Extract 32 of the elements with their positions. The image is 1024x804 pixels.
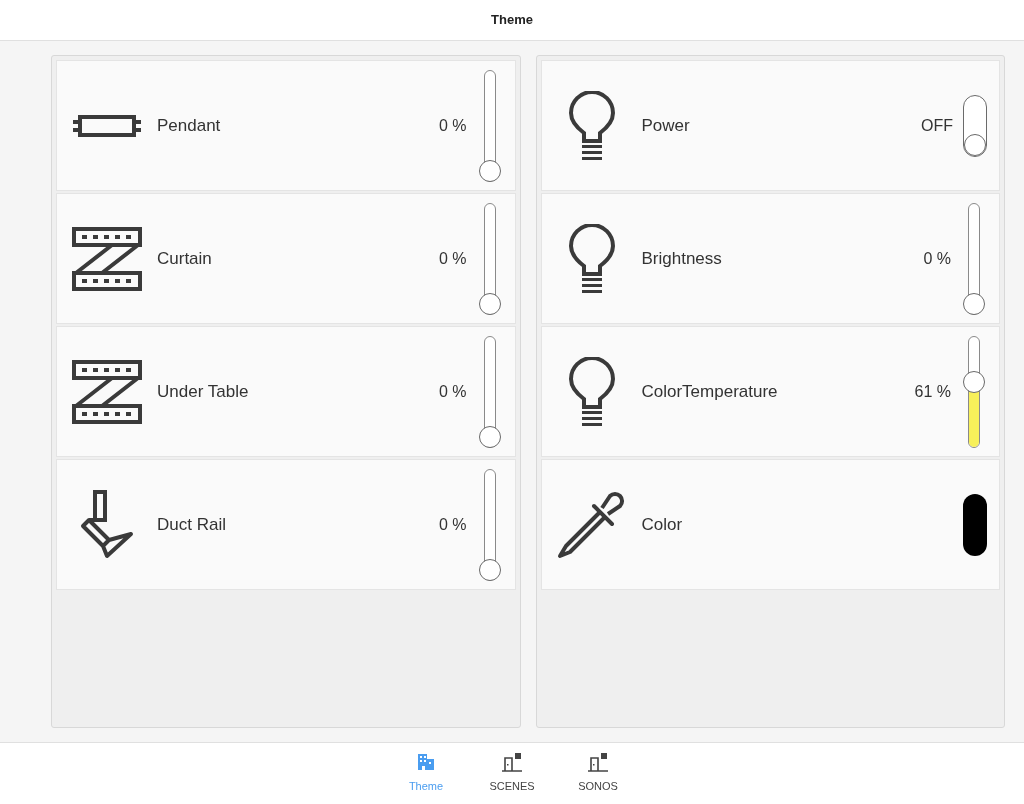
building-icon (416, 752, 436, 773)
nav-tab[interactable]: SCENES (482, 743, 542, 804)
vertical-slider[interactable] (961, 335, 987, 448)
value-reading: 0 % (438, 248, 467, 269)
device-label: Curtain (157, 247, 213, 270)
light-bulb-icon (567, 90, 616, 161)
device-label: ColorTemperature (641, 380, 779, 403)
device-label: Power (641, 114, 691, 137)
light-bulb-icon (567, 356, 616, 427)
light-bulb-icon (567, 223, 616, 294)
value-reading: OFF (921, 115, 953, 136)
value-reading: 0 % (438, 115, 467, 136)
device-label: Brightness (641, 247, 723, 270)
folded-strip-icon (72, 226, 142, 291)
value-reading: 0 % (438, 514, 467, 535)
value-reading: 0 % (438, 381, 467, 402)
device-label: Pendant (157, 114, 222, 137)
nav-tab[interactable]: SONOS (568, 743, 628, 804)
color-swatch[interactable] (963, 493, 987, 556)
device-label: Under Table (157, 380, 250, 403)
spotlight-icon (79, 489, 135, 560)
light-strip-icon (72, 113, 142, 138)
door-icon (501, 752, 523, 773)
value-reading: 0 % (923, 248, 951, 269)
vertical-slider[interactable] (961, 202, 987, 315)
device-label: Color (641, 513, 684, 536)
toggle-switch[interactable] (963, 94, 987, 157)
folded-strip-icon (72, 359, 142, 424)
value-reading: 61 % (914, 381, 951, 402)
page-title: Theme (491, 11, 533, 30)
door-icon (587, 752, 609, 773)
device-label: Duct Rail (157, 513, 227, 536)
